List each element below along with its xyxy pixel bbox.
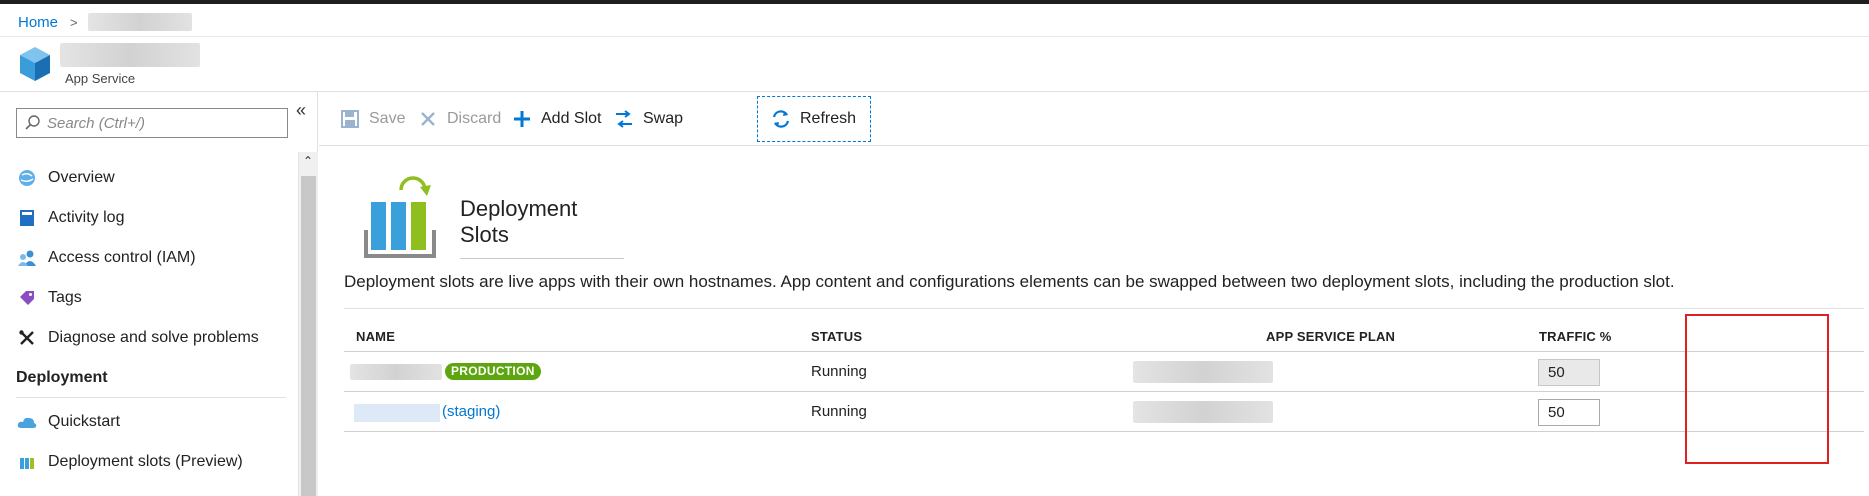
sidebar-item-overview[interactable]: Overview [16, 158, 286, 198]
save-label: Save [369, 110, 406, 127]
sidebar: « Overview Activity log Access control (… [0, 92, 318, 496]
breadcrumb: Home > [18, 12, 192, 32]
traffic-input-production [1538, 359, 1600, 386]
column-header-traffic: TRAFFIC % [1539, 329, 1612, 344]
slot-name-redacted[interactable] [354, 404, 440, 422]
save-icon [339, 108, 361, 130]
globe-icon [16, 167, 38, 189]
sidebar-nav: Overview Activity log Access control (IA… [16, 158, 286, 482]
tag-icon [16, 287, 38, 309]
page-description: Deployment slots are live apps with thei… [344, 272, 1675, 291]
slot-status: Running [811, 363, 867, 380]
resource-type-label: App Service [65, 71, 136, 86]
sidebar-item-label: Deployment slots (Preview) [48, 453, 243, 470]
refresh-label: Refresh [800, 110, 857, 127]
wrench-icon [16, 327, 38, 349]
discard-label: Discard [447, 110, 502, 127]
main-content: Save Discard Add Slot Swap Refresh Deplo… [319, 92, 1869, 496]
top-bar [0, 0, 1869, 4]
refresh-button[interactable]: Refresh [757, 96, 872, 142]
resource-name-redacted [60, 43, 200, 67]
sidebar-item-label: Quickstart [48, 413, 121, 430]
breadcrumb-resource-redacted[interactable] [87, 13, 192, 31]
staging-slot-link[interactable]: (staging) [442, 403, 500, 420]
sidebar-item-deployment-slots[interactable]: Deployment slots (Preview) [16, 442, 286, 482]
sidebar-item-tags[interactable]: Tags [16, 278, 286, 318]
discard-button[interactable]: Discard [417, 96, 501, 142]
add-slot-button[interactable]: Add Slot [511, 96, 601, 142]
traffic-highlight-box [1685, 314, 1829, 464]
search-icon [17, 109, 47, 137]
refresh-icon [770, 108, 792, 130]
save-button[interactable]: Save [339, 96, 405, 142]
deployment-slots-hero-icon [364, 176, 436, 258]
cloud-icon [16, 411, 38, 433]
table-row: (staging) Running [344, 392, 1864, 432]
collapse-sidebar-button[interactable]: « [296, 100, 306, 121]
swap-button[interactable]: Swap [613, 96, 683, 142]
column-header-status: STATUS [811, 329, 863, 344]
sidebar-item-activity-log[interactable]: Activity log [16, 198, 286, 238]
table-row: PRODUCTION Running [344, 352, 1864, 392]
slots-table: NAME STATUS APP SERVICE PLAN TRAFFIC % P… [344, 308, 1864, 432]
plan-redacted [1133, 401, 1273, 423]
sidebar-item-label: Access control (IAM) [48, 249, 196, 266]
scroll-up-icon[interactable]: ⌃ [303, 154, 313, 168]
breadcrumb-separator: > [70, 14, 78, 30]
close-icon [417, 108, 439, 130]
sidebar-item-label: Tags [48, 289, 82, 306]
sidebar-scrollbar[interactable]: ⌃ [298, 152, 318, 496]
search-input[interactable] [47, 114, 277, 132]
plan-redacted [1133, 361, 1273, 383]
swap-icon [613, 108, 635, 130]
column-header-plan: APP SERVICE PLAN [1266, 329, 1396, 344]
sidebar-search[interactable] [16, 108, 288, 138]
swap-label: Swap [643, 110, 684, 127]
table-header: NAME STATUS APP SERVICE PLAN TRAFFIC % [344, 308, 1864, 352]
traffic-input-staging[interactable] [1538, 399, 1600, 426]
slot-name-redacted [350, 364, 442, 380]
people-icon [16, 247, 38, 269]
scrollbar-thumb[interactable] [301, 176, 316, 496]
column-header-name: NAME [356, 329, 396, 344]
add-slot-label: Add Slot [541, 110, 602, 127]
sidebar-item-quickstart[interactable]: Quickstart [16, 402, 286, 442]
toolbar: Save Discard Add Slot Swap Refresh [319, 92, 1869, 146]
slot-status: Running [811, 403, 867, 420]
sidebar-item-label: Activity log [48, 209, 125, 226]
page-title: Deployment Slots [460, 196, 624, 259]
resource-header: App Service [0, 36, 1869, 92]
sidebar-item-diagnose[interactable]: Diagnose and solve problems [16, 318, 286, 358]
plus-icon [511, 108, 533, 130]
sidebar-item-access-control[interactable]: Access control (IAM) [16, 238, 286, 278]
sidebar-section-deployment: Deployment [16, 358, 286, 398]
book-icon [16, 207, 38, 229]
sidebar-item-label: Overview [48, 169, 115, 186]
slots-icon [16, 451, 38, 473]
production-badge: PRODUCTION [445, 363, 541, 380]
app-service-icon [20, 47, 50, 81]
sidebar-item-label: Diagnose and solve problems [48, 329, 259, 346]
breadcrumb-home-link[interactable]: Home [18, 14, 58, 31]
